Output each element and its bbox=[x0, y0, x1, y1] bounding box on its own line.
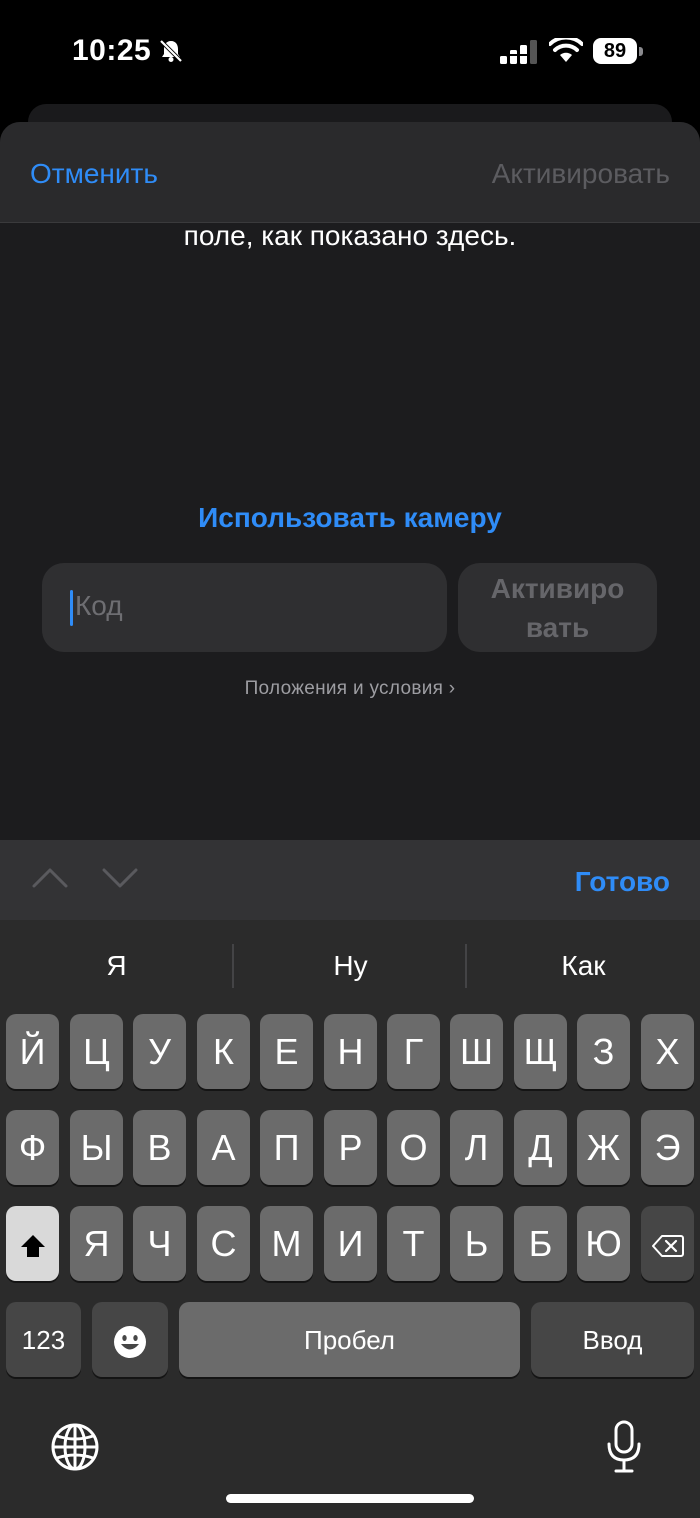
key[interactable]: Я bbox=[70, 1206, 123, 1281]
navigation-bar: Отменить Активировать bbox=[0, 122, 700, 223]
key[interactable]: П bbox=[260, 1110, 313, 1185]
chevron-up-icon[interactable] bbox=[30, 864, 70, 890]
return-key[interactable]: Ввод bbox=[531, 1302, 694, 1377]
suggestion-1[interactable]: Я bbox=[0, 950, 233, 982]
delete-backward-icon bbox=[651, 1235, 684, 1258]
key[interactable]: Д bbox=[514, 1110, 567, 1185]
key[interactable]: Ж bbox=[577, 1110, 630, 1185]
key[interactable]: Х bbox=[641, 1014, 694, 1089]
keyboard: Готово Я Ну Как Й Ц У К Е Н Г Ш Щ З Х Ф … bbox=[0, 840, 700, 1518]
emoji-key[interactable] bbox=[92, 1302, 168, 1377]
terms-link[interactable]: Положения и условия › bbox=[0, 678, 700, 700]
instruction-text: поле, как показано здесь. bbox=[183, 220, 517, 251]
shift-arrow-icon bbox=[20, 1235, 45, 1258]
battery-icon: 89 bbox=[593, 38, 645, 66]
suggestion-2[interactable]: Ну bbox=[234, 950, 467, 982]
key[interactable]: Р bbox=[324, 1110, 377, 1185]
suggestion-3[interactable]: Как bbox=[467, 950, 700, 982]
key[interactable]: В bbox=[133, 1110, 186, 1185]
key[interactable]: У bbox=[133, 1014, 186, 1089]
key[interactable]: Ф bbox=[6, 1110, 59, 1185]
key[interactable]: К bbox=[197, 1014, 250, 1089]
use-camera-button[interactable]: Использовать камеру bbox=[0, 502, 700, 534]
key[interactable]: Т bbox=[387, 1206, 440, 1281]
chevron-down-icon[interactable] bbox=[100, 864, 140, 890]
key[interactable]: Ы bbox=[70, 1110, 123, 1185]
shift-key[interactable] bbox=[6, 1206, 59, 1281]
key[interactable]: Ш bbox=[450, 1014, 503, 1089]
space-key[interactable]: Пробел bbox=[179, 1302, 520, 1377]
key[interactable]: А bbox=[197, 1110, 250, 1185]
activate-nav-button[interactable]: Активировать bbox=[492, 158, 670, 190]
key[interactable]: Ч bbox=[133, 1206, 186, 1281]
activate-button-label: Активировать bbox=[490, 573, 625, 643]
key[interactable]: Б bbox=[514, 1206, 567, 1281]
keyboard-accessory-bar: Готово bbox=[0, 840, 700, 920]
cancel-button[interactable]: Отменить bbox=[30, 158, 158, 190]
cellular-signal-icon bbox=[500, 40, 540, 66]
key[interactable]: И bbox=[324, 1206, 377, 1281]
key[interactable]: Г bbox=[387, 1014, 440, 1089]
key[interactable]: Й bbox=[6, 1014, 59, 1089]
code-input[interactable]: Код bbox=[42, 563, 447, 652]
emoji-icon bbox=[114, 1326, 146, 1359]
microphone-icon[interactable] bbox=[604, 1420, 644, 1474]
key[interactable]: Щ bbox=[514, 1014, 567, 1089]
code-placeholder: Код bbox=[75, 590, 123, 621]
key[interactable]: Э bbox=[641, 1110, 694, 1185]
key[interactable]: О bbox=[387, 1110, 440, 1185]
wifi-icon bbox=[548, 35, 584, 64]
home-indicator bbox=[226, 1494, 474, 1503]
key[interactable]: М bbox=[260, 1206, 313, 1281]
key[interactable]: Ю bbox=[577, 1206, 630, 1281]
key[interactable]: С bbox=[197, 1206, 250, 1281]
numbers-key[interactable]: 123 bbox=[6, 1302, 81, 1377]
globe-icon[interactable] bbox=[50, 1422, 100, 1472]
key[interactable]: Ц bbox=[70, 1014, 123, 1089]
bell-slash-icon bbox=[158, 38, 184, 64]
key[interactable]: Н bbox=[324, 1014, 377, 1089]
backspace-key[interactable] bbox=[641, 1206, 694, 1281]
key[interactable]: З bbox=[577, 1014, 630, 1089]
done-button[interactable]: Готово bbox=[575, 866, 670, 898]
key[interactable]: Л bbox=[450, 1110, 503, 1185]
key[interactable]: Ь bbox=[450, 1206, 503, 1281]
status-time: 10:25 bbox=[72, 34, 152, 67]
text-cursor bbox=[70, 590, 73, 626]
activate-button[interactable]: Активировать bbox=[458, 563, 657, 652]
battery-level: 89 bbox=[593, 38, 637, 64]
key[interactable]: Е bbox=[260, 1014, 313, 1089]
